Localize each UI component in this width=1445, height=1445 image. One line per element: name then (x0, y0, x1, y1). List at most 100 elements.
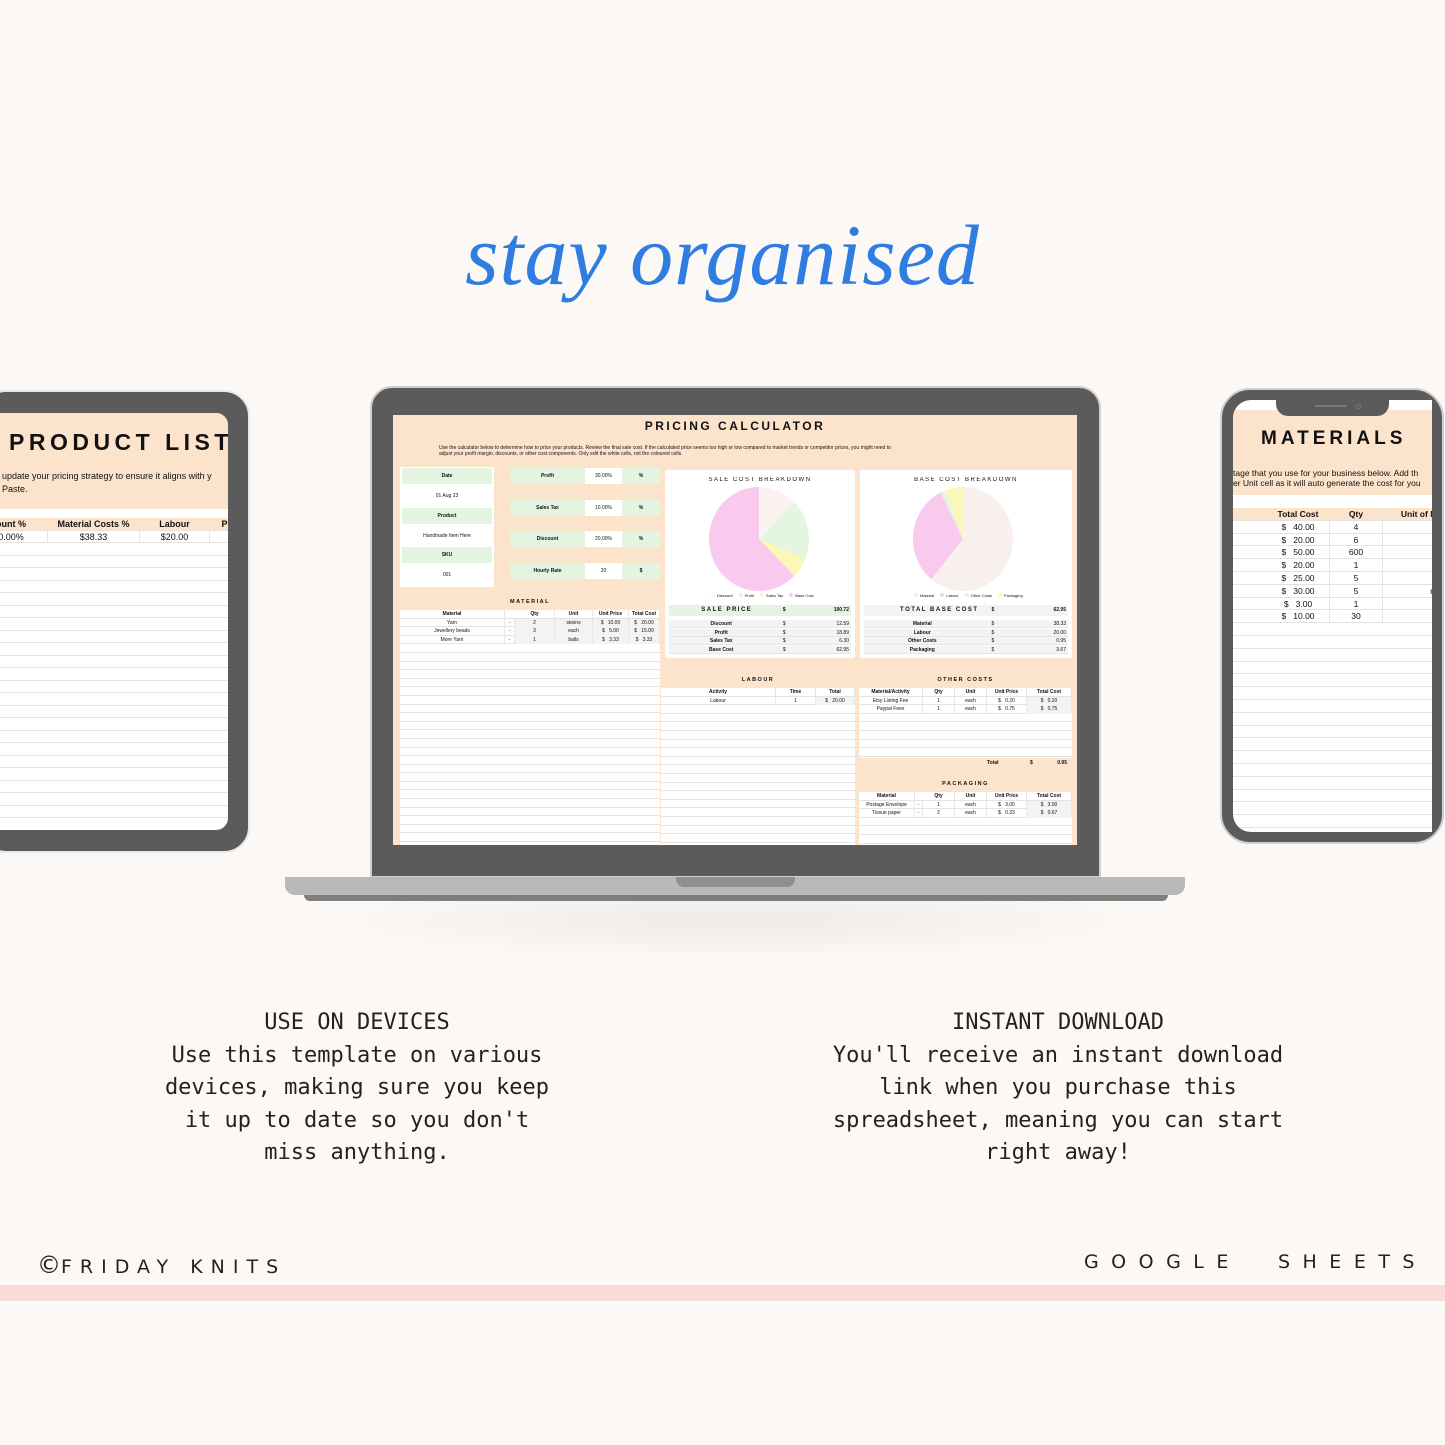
param-unit: % (622, 531, 660, 548)
table-cell[interactable]: Tissue paper (859, 809, 915, 818)
other-costs-header-row: Material/Activity Qty Unit Unit Price Total … (859, 688, 1072, 697)
table-cell[interactable]: 1 (1330, 597, 1383, 611)
table-cell[interactable]: - (505, 627, 515, 636)
table-cell[interactable]: each (955, 800, 987, 810)
table-cell[interactable]: 5 (1330, 584, 1383, 598)
table-cell[interactable]: 6 (1330, 533, 1383, 547)
table-cell[interactable]: gr (1383, 546, 1432, 559)
table-cell[interactable]: e (1383, 598, 1432, 611)
table-cell[interactable]: 30 (1330, 610, 1383, 624)
phone-camera (1356, 404, 1361, 409)
table-cell[interactable]: $ 0.20 (1027, 696, 1072, 706)
table-cell[interactable]: $ 40.00 (1267, 520, 1330, 534)
table-cell[interactable]: $ 20.00 (1267, 533, 1330, 547)
product-list-row (0, 793, 228, 806)
table-cell[interactable]: $20.00 (140, 530, 210, 543)
sale-price-row-value: 12.59 (836, 621, 849, 627)
table-cell[interactable]: - (915, 809, 923, 818)
param-value-input[interactable]: 30.00% (585, 468, 622, 484)
feature-text: You'll receive an instant download (832, 1042, 1284, 1068)
table-cell[interactable]: $ 0.75 (1027, 705, 1072, 714)
table-cell[interactable]: $ 30.00 (1267, 584, 1330, 598)
table-cell[interactable]: Yarn (400, 618, 505, 628)
table-cell[interactable]: - (505, 635, 515, 645)
table-cell[interactable]: each (955, 705, 987, 714)
param-label: Hourly Rate (510, 563, 585, 580)
table-cell[interactable]: Paypal Fees (859, 705, 923, 714)
table-cell[interactable]: $ 3.00 (987, 800, 1027, 810)
date-field[interactable]: 01 Aug 23 (402, 488, 492, 504)
table-cell[interactable]: More Yarn (400, 635, 505, 645)
material-row (400, 842, 660, 845)
column-header: Material/Activity (859, 688, 923, 697)
materials-row (1233, 726, 1432, 739)
table-cell[interactable]: each (555, 627, 593, 636)
table-cell[interactable]: 1 (923, 705, 955, 714)
material-row (400, 644, 660, 653)
table-cell[interactable]: $ 0.75 (987, 705, 1027, 714)
table-cell[interactable]: Labour (661, 696, 776, 706)
table-cell[interactable]: $ 20.00 (1267, 559, 1330, 572)
table-cell[interactable]: $ 0.33 (987, 809, 1027, 818)
sku-field[interactable]: 001 (402, 567, 492, 583)
table-cell[interactable]: balls (555, 635, 593, 645)
labour-row (661, 783, 855, 792)
param-value-input[interactable]: 20.00% (585, 531, 622, 548)
table-cell[interactable]: $ 10.00 (593, 618, 629, 628)
table-cell[interactable]: me (1383, 585, 1432, 598)
table-cell[interactable]: - (915, 800, 923, 810)
table-cell[interactable]: 1 (776, 696, 816, 706)
table-cell[interactable]: 2 (515, 618, 555, 628)
table-cell[interactable]: skeins (555, 618, 593, 628)
table-cell[interactable]: each (955, 809, 987, 818)
table-cell[interactable]: 1 (923, 696, 955, 706)
table-cell[interactable]: 4 (1330, 520, 1383, 534)
table-cell[interactable]: $ 20.00 (816, 696, 855, 706)
table-cell[interactable]: $ 10.00 (1267, 610, 1330, 624)
pricing-calculator-title: PRICING CALCULATOR (644, 419, 826, 433)
table-cell[interactable]: b (1383, 534, 1432, 547)
param-value-input[interactable]: 20 (585, 563, 622, 580)
table-cell[interactable]: 5 (1330, 571, 1383, 585)
table-cell[interactable]: $ 3.00 (1267, 597, 1330, 611)
table-cell[interactable]: 1 (515, 635, 555, 645)
other-costs-total-label: Total (987, 760, 999, 766)
table-cell[interactable]: e (1383, 572, 1432, 585)
table-cell[interactable]: $ 15.00 (629, 627, 660, 636)
table-cell[interactable]: 2 (923, 809, 955, 818)
table-cell[interactable]: $ 3.33 (629, 635, 660, 645)
table-cell[interactable]: $ 5.00 (593, 627, 629, 636)
table-cell[interactable]: 20.00% (0, 530, 48, 543)
table-cell[interactable]: 1 (923, 800, 955, 810)
table-cell[interactable]: $ 50.00 (1267, 546, 1330, 560)
brand-footer: ©FRIDAY KNITS (37, 1251, 286, 1279)
material-table: Material Qty Unit Unit Price Total Cost Yarn -… (400, 610, 660, 845)
table-cell[interactable]: Jewellery beads (400, 627, 505, 636)
table-cell[interactable]: sk (1383, 521, 1432, 534)
product-list-row: 20.00%$38.33$20.00 (0, 530, 228, 543)
table-cell[interactable]: each (955, 696, 987, 706)
table-cell[interactable]: e (1383, 610, 1432, 623)
product-list-table: count %Material Costs %LabourP20.00%$38.… (0, 518, 228, 830)
other-costs-title: OTHER COSTS (859, 673, 1072, 688)
table-cell[interactable]: m (1383, 559, 1432, 572)
table-cell[interactable]: $ 3.00 (1027, 800, 1072, 810)
other-costs-row (859, 731, 1072, 740)
laptop-base-edge (304, 895, 1168, 901)
table-cell[interactable]: $38.33 (48, 530, 140, 543)
table-cell[interactable]: Postage Envelope (859, 800, 915, 810)
total-base-cost-currency: $ (991, 607, 995, 613)
table-cell[interactable]: Etsy Listing Fee (859, 696, 923, 706)
table-cell[interactable]: $ 0.20 (987, 696, 1027, 706)
table-cell[interactable]: $ 25.00 (1267, 571, 1330, 585)
table-cell[interactable]: 1 (1330, 559, 1383, 572)
product-field[interactable]: Handmade Item Here (402, 528, 492, 544)
packaging-header-row: Material Qty Unit Unit Price Total Cost (859, 792, 1072, 801)
table-cell[interactable]: $ 20.00 (629, 618, 660, 628)
table-cell[interactable]: $ 3.33 (593, 635, 629, 645)
table-cell[interactable]: 600 (1330, 546, 1383, 560)
param-value-input[interactable]: 10.00% (585, 499, 622, 516)
table-cell[interactable]: - (505, 618, 515, 628)
table-cell[interactable]: $ 0.67 (1027, 809, 1072, 818)
table-cell[interactable]: 3 (515, 627, 555, 636)
